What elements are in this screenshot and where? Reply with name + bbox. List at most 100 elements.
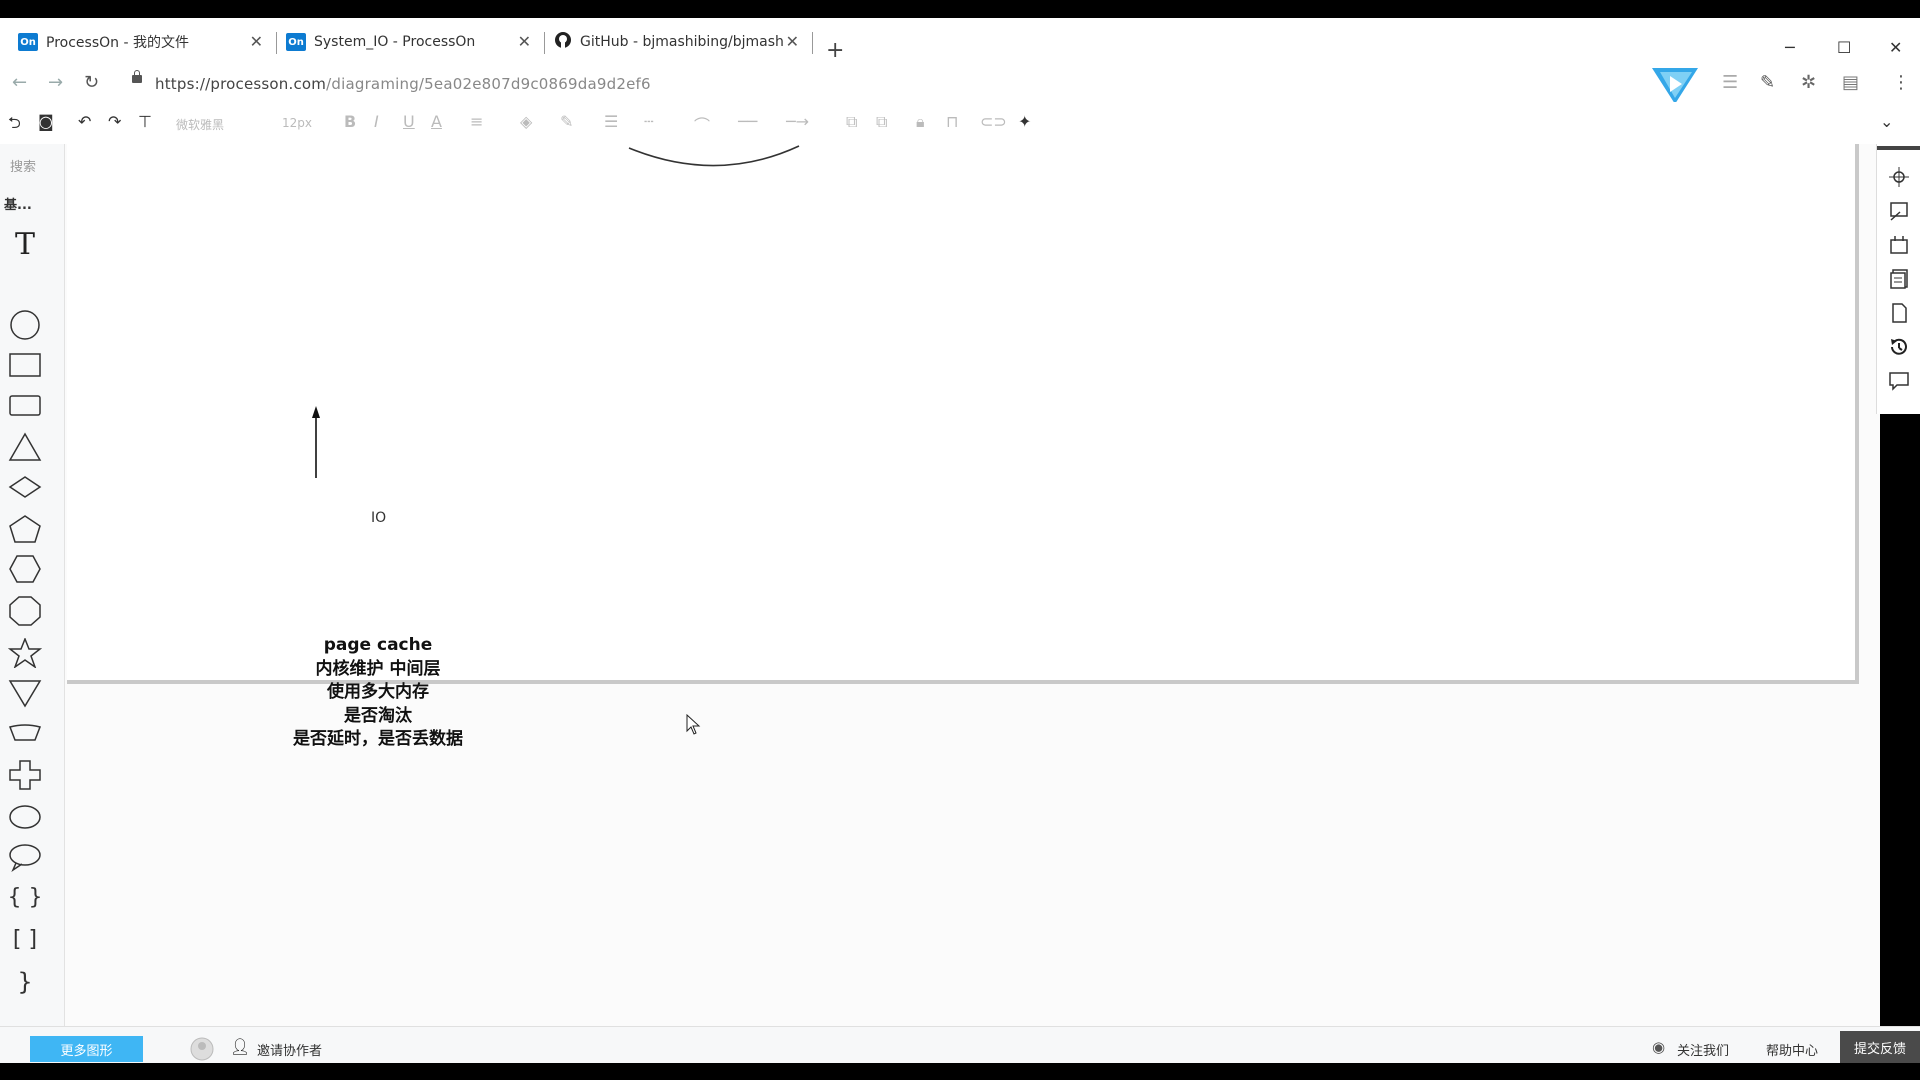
maximize-icon[interactable]: ☐ — [1837, 38, 1851, 57]
note-line: page cache — [323, 635, 433, 655]
shapes-icon[interactable]: ◙ — [38, 112, 54, 131]
history-icon[interactable] — [1888, 336, 1910, 358]
comment-icon[interactable] — [1888, 370, 1910, 392]
url-path: /diagraming/5ea02e807d9c0869da9d2ef6 — [326, 75, 651, 93]
document-icon[interactable] — [1888, 302, 1910, 324]
tab-system-io[interactable]: On System_IO - ProcessOn ✕ — [286, 26, 531, 58]
diagram-canvas[interactable]: IO page cache 内核维护 中间层 使用多大内存 是否淘汰 是否延时，… — [65, 144, 1880, 1026]
cloud-shape[interactable] — [8, 802, 42, 832]
italic-icon[interactable]: I — [374, 112, 379, 131]
text-shape[interactable]: T — [8, 227, 42, 262]
address-bar: ← → ↻ https://processon.com/diagraming/5… — [0, 66, 1920, 104]
shape-category-basic[interactable]: 基... — [4, 194, 32, 213]
right-tool-panel — [1876, 144, 1920, 414]
line-end-arrow-icon[interactable]: ─→ — [786, 112, 809, 131]
diamond-shape[interactable] — [8, 472, 42, 502]
back-arrow-icon[interactable]: ⮌ — [8, 112, 21, 139]
io-label[interactable]: IO — [371, 510, 386, 526]
bring-front-icon[interactable]: ⧉ — [846, 112, 857, 132]
line-width-icon[interactable]: ☰ — [604, 112, 618, 131]
tab-github[interactable]: GitHub - bjmashibing/bjmash ✕ — [554, 26, 799, 58]
font-color-icon[interactable]: A — [431, 112, 442, 131]
curly-braces-shape[interactable]: { } — [8, 882, 43, 912]
processon-favicon-icon: On — [286, 33, 306, 51]
tab-processon-files[interactable]: On ProcessOn - 我的文件 ✕ — [18, 26, 263, 58]
lock-icon[interactable]: 🔒︎ — [916, 112, 925, 132]
pentagon-shape[interactable] — [8, 514, 42, 544]
collapse-toolbar-icon[interactable]: ⌄ — [1880, 112, 1893, 131]
add-user-icon[interactable]: 👤︎ — [230, 1037, 250, 1056]
font-family-select[interactable]: 微软雅黑 — [176, 116, 224, 133]
send-back-icon[interactable]: ⧉ — [876, 112, 887, 132]
redo-icon[interactable]: ↷ — [108, 112, 121, 131]
data-attributes-icon[interactable] — [1888, 268, 1910, 290]
diagram-page[interactable] — [67, 144, 1859, 684]
undo-icon[interactable]: ↶ — [78, 112, 91, 131]
hexagon-shape[interactable] — [8, 554, 42, 584]
tab-title: ProcessOn - 我的文件 — [46, 35, 189, 51]
unlock-icon[interactable]: ⊓ — [946, 112, 958, 131]
help-center-link[interactable]: 帮助中心 — [1766, 1040, 1818, 1059]
brace-shape[interactable]: } — [8, 966, 42, 996]
speech-bubble-shape[interactable] — [8, 842, 42, 873]
underline-icon[interactable]: U — [403, 112, 415, 131]
new-tab-plus-icon[interactable]: + — [826, 38, 844, 63]
star-shape[interactable] — [7, 636, 43, 669]
shape-library-panel: 搜索 基... T { } [ ]} — [0, 144, 65, 1026]
connector-type-icon[interactable]: ⌒ — [694, 112, 710, 136]
back-icon[interactable]: ← — [12, 72, 27, 93]
octagon-shape[interactable] — [8, 596, 42, 626]
invite-collaborator-link[interactable]: 邀请协作者 — [257, 1040, 322, 1059]
weibo-icon[interactable]: ◉ — [1652, 1038, 1665, 1056]
browser-menu-icon[interactable]: ⋮ — [1892, 72, 1910, 93]
fill-color-icon[interactable]: ◈ — [520, 112, 532, 131]
forward-icon[interactable]: → — [48, 72, 63, 93]
square-brackets-shape[interactable]: [ ] — [8, 924, 42, 954]
mouse-cursor-icon — [686, 714, 701, 735]
rectangle-shape[interactable] — [8, 350, 42, 380]
line-start-icon[interactable]: ── — [738, 112, 757, 131]
follow-us-link[interactable]: 关注我们 — [1677, 1040, 1729, 1059]
window-close-icon[interactable]: ✕ — [1889, 38, 1902, 57]
bold-icon[interactable]: B — [344, 112, 356, 131]
font-size-select[interactable]: 12px — [282, 116, 312, 130]
triangle-shape[interactable] — [8, 432, 42, 462]
style-format-icon[interactable] — [1888, 200, 1910, 222]
shape-search-input[interactable]: 搜索 — [10, 156, 36, 175]
submit-feedback-button[interactable]: 提交反馈 — [1840, 1031, 1920, 1063]
reload-icon[interactable]: ↻ — [84, 72, 99, 93]
trapezoid-shape[interactable] — [8, 718, 42, 748]
panel-drag-bar[interactable] — [1877, 146, 1920, 150]
format-painter-icon[interactable]: ⊤ — [138, 112, 152, 131]
editor-toolbar: ⮌ ◙ ↶ ↷ ⊤ 微软雅黑 12px B I U A ≡ ◈ ✎ ☰ ┄ ⌒ … — [0, 102, 1920, 145]
extension-icon[interactable]: ☰ — [1722, 72, 1738, 93]
line-color-icon[interactable]: ✎ — [560, 112, 573, 131]
diagram-connectors — [312, 145, 800, 478]
github-icon — [554, 31, 572, 53]
note-line: 内核维护 中间层 — [315, 658, 441, 679]
url-field[interactable]: https://processon.com/diagraming/5ea02e8… — [155, 75, 651, 93]
minimize-icon[interactable]: ─ — [1785, 38, 1795, 57]
circle-shape[interactable] — [8, 310, 42, 340]
curved-connector[interactable] — [628, 145, 800, 167]
more-shapes-button[interactable]: 更多图形 — [30, 1036, 143, 1062]
lock-icon — [132, 70, 142, 83]
inverted-triangle-shape[interactable] — [8, 678, 42, 708]
url-host: https://processon.com — [155, 75, 327, 93]
close-icon[interactable]: ✕ — [250, 32, 263, 51]
extension-icon[interactable]: ✎ — [1760, 72, 1775, 93]
extension-icon[interactable]: ✲ — [1801, 72, 1816, 93]
page-settings-icon[interactable] — [1888, 234, 1910, 256]
avatar[interactable] — [190, 1037, 214, 1065]
line-style-icon[interactable]: ┄ — [644, 112, 654, 131]
link-icon[interactable]: ⊂⊃ — [980, 112, 1007, 131]
close-icon[interactable]: ✕ — [518, 32, 531, 51]
page-cache-note[interactable]: page cache 内核维护 中间层 使用多大内存 是否淘汰 是否延时，是否丢… — [243, 634, 513, 752]
close-icon[interactable]: ✕ — [786, 32, 799, 51]
rounded-rectangle-shape[interactable] — [8, 390, 42, 420]
magic-wand-icon[interactable]: ✦ — [1018, 112, 1031, 131]
navigator-crosshair-icon[interactable] — [1888, 166, 1910, 188]
align-icon[interactable]: ≡ — [470, 112, 483, 131]
extension-icon[interactable]: ▤ — [1842, 72, 1859, 93]
cross-shape[interactable] — [8, 760, 42, 790]
